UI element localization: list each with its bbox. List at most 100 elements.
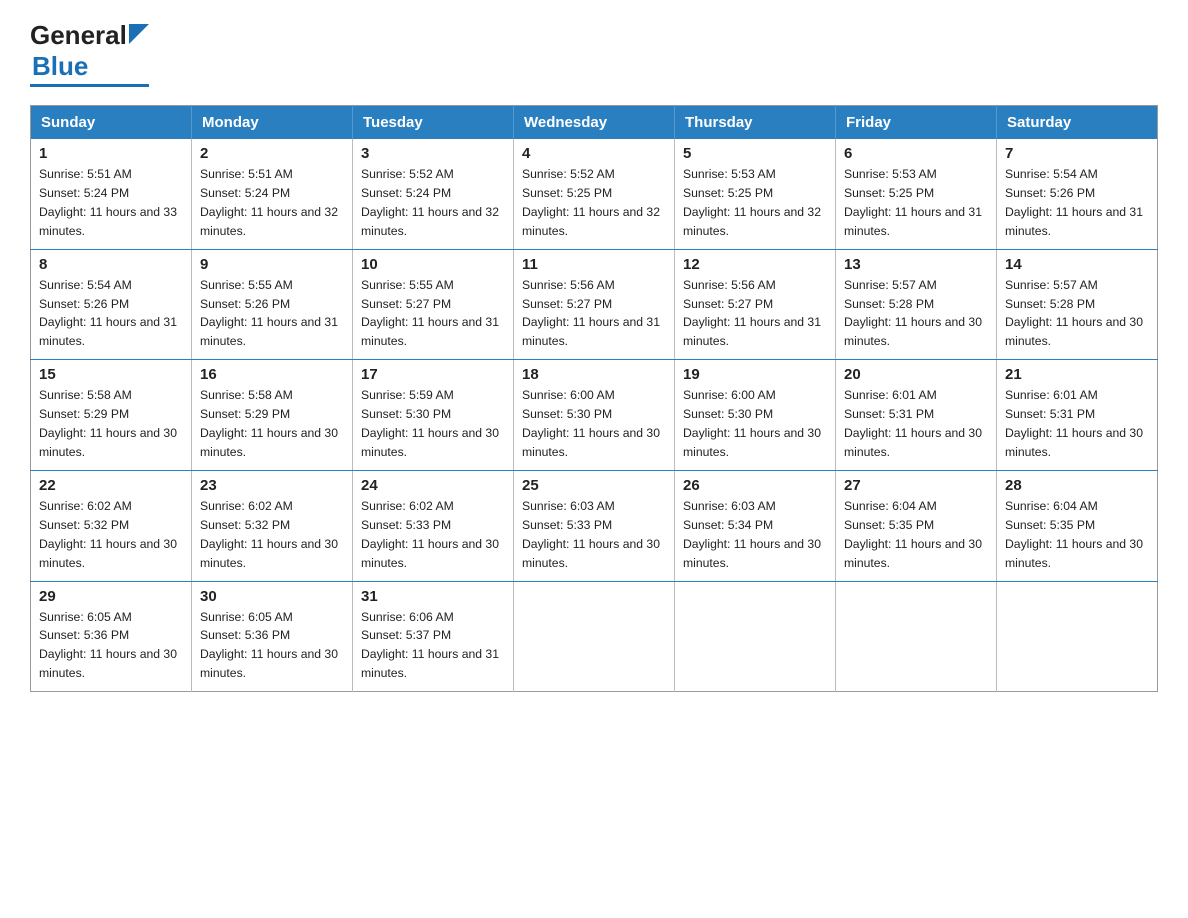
calendar-day-cell: 6 Sunrise: 5:53 AMSunset: 5:25 PMDayligh… bbox=[836, 139, 997, 249]
day-info: Sunrise: 5:51 AMSunset: 5:24 PMDaylight:… bbox=[200, 167, 338, 238]
day-number: 29 bbox=[39, 588, 183, 605]
calendar-day-cell: 28 Sunrise: 6:04 AMSunset: 5:35 PMDaylig… bbox=[997, 470, 1158, 581]
calendar-day-cell: 23 Sunrise: 6:02 AMSunset: 5:32 PMDaylig… bbox=[192, 470, 353, 581]
day-number: 30 bbox=[200, 588, 344, 605]
calendar-table: SundayMondayTuesdayWednesdayThursdayFrid… bbox=[30, 105, 1158, 692]
day-number: 3 bbox=[361, 145, 505, 162]
weekday-header-friday: Friday bbox=[836, 106, 997, 140]
day-number: 18 bbox=[522, 366, 666, 383]
calendar-day-cell bbox=[675, 581, 836, 692]
day-number: 16 bbox=[200, 366, 344, 383]
day-info: Sunrise: 6:04 AMSunset: 5:35 PMDaylight:… bbox=[844, 499, 982, 570]
calendar-week-row: 8 Sunrise: 5:54 AMSunset: 5:26 PMDayligh… bbox=[31, 249, 1158, 360]
calendar-day-cell: 29 Sunrise: 6:05 AMSunset: 5:36 PMDaylig… bbox=[31, 581, 192, 692]
day-info: Sunrise: 6:00 AMSunset: 5:30 PMDaylight:… bbox=[522, 388, 660, 459]
day-number: 1 bbox=[39, 145, 183, 162]
calendar-day-cell: 25 Sunrise: 6:03 AMSunset: 5:33 PMDaylig… bbox=[514, 470, 675, 581]
day-info: Sunrise: 6:03 AMSunset: 5:34 PMDaylight:… bbox=[683, 499, 821, 570]
calendar-day-cell: 30 Sunrise: 6:05 AMSunset: 5:36 PMDaylig… bbox=[192, 581, 353, 692]
calendar-day-cell: 13 Sunrise: 5:57 AMSunset: 5:28 PMDaylig… bbox=[836, 249, 997, 360]
day-info: Sunrise: 5:55 AMSunset: 5:27 PMDaylight:… bbox=[361, 278, 499, 349]
calendar-day-cell: 24 Sunrise: 6:02 AMSunset: 5:33 PMDaylig… bbox=[353, 470, 514, 581]
day-number: 11 bbox=[522, 256, 666, 273]
calendar-week-row: 29 Sunrise: 6:05 AMSunset: 5:36 PMDaylig… bbox=[31, 581, 1158, 692]
day-number: 7 bbox=[1005, 145, 1149, 162]
calendar-day-cell: 4 Sunrise: 5:52 AMSunset: 5:25 PMDayligh… bbox=[514, 139, 675, 249]
day-number: 8 bbox=[39, 256, 183, 273]
day-number: 4 bbox=[522, 145, 666, 162]
day-info: Sunrise: 5:55 AMSunset: 5:26 PMDaylight:… bbox=[200, 278, 338, 349]
calendar-day-cell: 27 Sunrise: 6:04 AMSunset: 5:35 PMDaylig… bbox=[836, 470, 997, 581]
calendar-day-cell: 12 Sunrise: 5:56 AMSunset: 5:27 PMDaylig… bbox=[675, 249, 836, 360]
day-number: 2 bbox=[200, 145, 344, 162]
calendar-day-cell: 26 Sunrise: 6:03 AMSunset: 5:34 PMDaylig… bbox=[675, 470, 836, 581]
weekday-header-row: SundayMondayTuesdayWednesdayThursdayFrid… bbox=[31, 106, 1158, 140]
weekday-header-monday: Monday bbox=[192, 106, 353, 140]
day-info: Sunrise: 5:59 AMSunset: 5:30 PMDaylight:… bbox=[361, 388, 499, 459]
weekday-header-tuesday: Tuesday bbox=[353, 106, 514, 140]
day-number: 15 bbox=[39, 366, 183, 383]
day-info: Sunrise: 5:56 AMSunset: 5:27 PMDaylight:… bbox=[522, 278, 660, 349]
calendar-day-cell: 2 Sunrise: 5:51 AMSunset: 5:24 PMDayligh… bbox=[192, 139, 353, 249]
day-number: 22 bbox=[39, 477, 183, 494]
calendar-day-cell: 17 Sunrise: 5:59 AMSunset: 5:30 PMDaylig… bbox=[353, 360, 514, 471]
logo-underline bbox=[30, 84, 149, 87]
calendar-day-cell: 7 Sunrise: 5:54 AMSunset: 5:26 PMDayligh… bbox=[997, 139, 1158, 249]
calendar-day-cell: 22 Sunrise: 6:02 AMSunset: 5:32 PMDaylig… bbox=[31, 470, 192, 581]
day-number: 5 bbox=[683, 145, 827, 162]
calendar-week-row: 15 Sunrise: 5:58 AMSunset: 5:29 PMDaylig… bbox=[31, 360, 1158, 471]
day-number: 20 bbox=[844, 366, 988, 383]
day-number: 10 bbox=[361, 256, 505, 273]
day-number: 24 bbox=[361, 477, 505, 494]
calendar-day-cell: 10 Sunrise: 5:55 AMSunset: 5:27 PMDaylig… bbox=[353, 249, 514, 360]
day-info: Sunrise: 6:03 AMSunset: 5:33 PMDaylight:… bbox=[522, 499, 660, 570]
day-number: 26 bbox=[683, 477, 827, 494]
weekday-header-saturday: Saturday bbox=[997, 106, 1158, 140]
day-number: 28 bbox=[1005, 477, 1149, 494]
day-info: Sunrise: 5:52 AMSunset: 5:25 PMDaylight:… bbox=[522, 167, 660, 238]
page-header: General Blue bbox=[30, 20, 1158, 87]
day-info: Sunrise: 5:58 AMSunset: 5:29 PMDaylight:… bbox=[200, 388, 338, 459]
day-info: Sunrise: 5:58 AMSunset: 5:29 PMDaylight:… bbox=[39, 388, 177, 459]
calendar-week-row: 1 Sunrise: 5:51 AMSunset: 5:24 PMDayligh… bbox=[31, 139, 1158, 249]
day-info: Sunrise: 5:57 AMSunset: 5:28 PMDaylight:… bbox=[1005, 278, 1143, 349]
day-number: 6 bbox=[844, 145, 988, 162]
day-info: Sunrise: 5:53 AMSunset: 5:25 PMDaylight:… bbox=[683, 167, 821, 238]
weekday-header-thursday: Thursday bbox=[675, 106, 836, 140]
day-info: Sunrise: 6:02 AMSunset: 5:33 PMDaylight:… bbox=[361, 499, 499, 570]
logo: General Blue bbox=[30, 20, 149, 87]
calendar-day-cell: 3 Sunrise: 5:52 AMSunset: 5:24 PMDayligh… bbox=[353, 139, 514, 249]
calendar-day-cell: 1 Sunrise: 5:51 AMSunset: 5:24 PMDayligh… bbox=[31, 139, 192, 249]
calendar-day-cell: 31 Sunrise: 6:06 AMSunset: 5:37 PMDaylig… bbox=[353, 581, 514, 692]
calendar-day-cell: 20 Sunrise: 6:01 AMSunset: 5:31 PMDaylig… bbox=[836, 360, 997, 471]
logo-general: General bbox=[30, 20, 127, 51]
day-info: Sunrise: 5:54 AMSunset: 5:26 PMDaylight:… bbox=[1005, 167, 1143, 238]
calendar-day-cell: 9 Sunrise: 5:55 AMSunset: 5:26 PMDayligh… bbox=[192, 249, 353, 360]
day-info: Sunrise: 6:02 AMSunset: 5:32 PMDaylight:… bbox=[39, 499, 177, 570]
day-number: 27 bbox=[844, 477, 988, 494]
day-info: Sunrise: 6:01 AMSunset: 5:31 PMDaylight:… bbox=[1005, 388, 1143, 459]
day-info: Sunrise: 6:00 AMSunset: 5:30 PMDaylight:… bbox=[683, 388, 821, 459]
day-info: Sunrise: 6:02 AMSunset: 5:32 PMDaylight:… bbox=[200, 499, 338, 570]
day-info: Sunrise: 5:56 AMSunset: 5:27 PMDaylight:… bbox=[683, 278, 821, 349]
logo-text: General bbox=[30, 20, 149, 51]
calendar-day-cell: 18 Sunrise: 6:00 AMSunset: 5:30 PMDaylig… bbox=[514, 360, 675, 471]
day-number: 23 bbox=[200, 477, 344, 494]
calendar-day-cell: 21 Sunrise: 6:01 AMSunset: 5:31 PMDaylig… bbox=[997, 360, 1158, 471]
weekday-header-wednesday: Wednesday bbox=[514, 106, 675, 140]
logo-triangle-icon bbox=[129, 24, 149, 44]
calendar-day-cell: 16 Sunrise: 5:58 AMSunset: 5:29 PMDaylig… bbox=[192, 360, 353, 471]
calendar-day-cell: 15 Sunrise: 5:58 AMSunset: 5:29 PMDaylig… bbox=[31, 360, 192, 471]
day-info: Sunrise: 6:01 AMSunset: 5:31 PMDaylight:… bbox=[844, 388, 982, 459]
day-number: 19 bbox=[683, 366, 827, 383]
day-info: Sunrise: 5:53 AMSunset: 5:25 PMDaylight:… bbox=[844, 167, 982, 238]
day-info: Sunrise: 6:05 AMSunset: 5:36 PMDaylight:… bbox=[200, 610, 338, 681]
calendar-day-cell bbox=[836, 581, 997, 692]
day-info: Sunrise: 6:04 AMSunset: 5:35 PMDaylight:… bbox=[1005, 499, 1143, 570]
day-number: 31 bbox=[361, 588, 505, 605]
calendar-day-cell: 14 Sunrise: 5:57 AMSunset: 5:28 PMDaylig… bbox=[997, 249, 1158, 360]
day-number: 9 bbox=[200, 256, 344, 273]
logo-blue: Blue bbox=[32, 51, 88, 82]
day-info: Sunrise: 5:51 AMSunset: 5:24 PMDaylight:… bbox=[39, 167, 177, 238]
calendar-day-cell: 8 Sunrise: 5:54 AMSunset: 5:26 PMDayligh… bbox=[31, 249, 192, 360]
